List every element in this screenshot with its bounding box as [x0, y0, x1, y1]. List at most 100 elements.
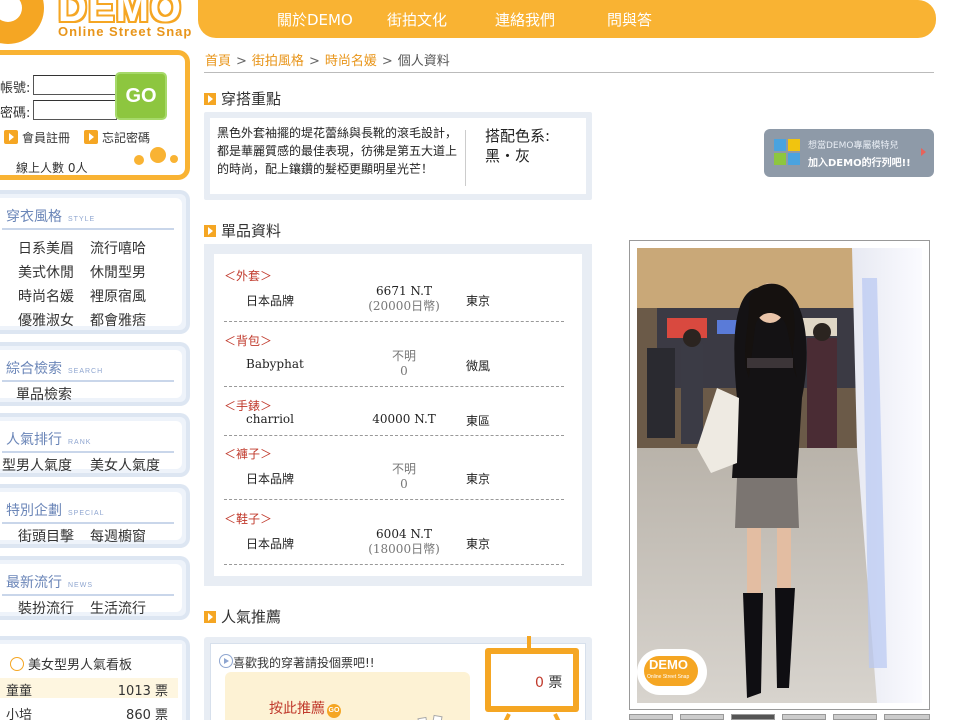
play-circle-icon — [219, 654, 233, 668]
item-location: 東京 — [466, 472, 491, 486]
photo-thumbnail[interactable] — [629, 714, 673, 720]
divider — [224, 564, 564, 565]
leaderboard-votes: 860 票 — [126, 708, 168, 720]
sidebar-item-life-trend[interactable]: 生活流行 — [90, 598, 146, 618]
forgot-password-link[interactable]: 忘記密碼 — [84, 129, 150, 146]
sidebar-inner: 最新流行 NEWS 裝扮流行 生活流行 — [0, 564, 182, 617]
item-brand: 日本品牌 — [246, 537, 295, 551]
breadcrumb-divider — [204, 72, 934, 73]
photo-illustration — [637, 248, 922, 703]
sidebar-item-japanese[interactable]: 日系美眉 — [18, 238, 74, 258]
decor-dot — [150, 147, 166, 163]
breadcrumb-socialite[interactable]: 時尚名媛 — [325, 54, 377, 69]
leaderboard-row[interactable]: 童童 1013 票 — [0, 678, 178, 699]
sidebar-item-weekly-window[interactable]: 每週櫥窗 — [90, 526, 146, 546]
item-row: ＜背包＞ Babyphat 不明 0 微風 — [224, 325, 564, 387]
nav-faq[interactable]: 問與答 — [607, 9, 652, 30]
breadcrumb-current: 個人資料 — [397, 54, 450, 69]
sidebar-item-men-popularity[interactable]: 型男人氣度 — [2, 455, 72, 475]
price-sub: (20000日幣) — [368, 299, 440, 313]
vote-button-area: 按此推薦 GO — [225, 672, 470, 720]
nav-contact[interactable]: 連絡我們 — [495, 9, 555, 30]
sidebar-item-american-casual[interactable]: 美式休閒 — [18, 262, 74, 282]
outfit-description: 黑色外套袖擺的堤花蕾絲與長靴的滾毛設計，都是華麗質感的最佳表現，彷彿是第五大道上… — [217, 126, 458, 176]
nav-street-culture[interactable]: 街拍文化 — [387, 9, 447, 30]
recommend-button[interactable]: 按此推薦 GO — [269, 698, 341, 718]
sidebar-item-item-search[interactable]: 單品檢索 — [16, 384, 72, 404]
sidebar-item-casual-men[interactable]: 休閒型男 — [90, 262, 146, 282]
arrow-right-icon — [84, 130, 98, 144]
account-input[interactable] — [33, 75, 117, 95]
item-row: ＜外套＞ 日本品牌 6671 N.T (20000日幣) 東京 — [224, 260, 564, 322]
sidebar-item-socialite[interactable]: 時尚名媛 — [18, 286, 74, 306]
sidebar-item-urban[interactable]: 都會雅痞 — [90, 310, 146, 330]
street-snap-photo[interactable]: DEMO Online Street Snap — [637, 248, 922, 703]
photo-thumbnail[interactable] — [782, 714, 826, 720]
leaderboard-title: 美女型男人氣看板 — [10, 654, 132, 673]
section-arrow-icon — [204, 611, 216, 623]
outfit-heading: 穿搭重點 — [204, 88, 281, 109]
breadcrumb-street-style[interactable]: 街拍風格 — [252, 54, 304, 69]
items-panel: ＜外套＞ 日本品牌 6671 N.T (20000日幣) 東京 ＜背包＞ Baby… — [204, 244, 592, 586]
divider — [224, 321, 564, 322]
item-category: ＜外套＞ — [224, 269, 273, 283]
vote-count-unit: 票 — [543, 675, 563, 691]
vote-easel: 0 票 — [479, 634, 579, 720]
leaderboard-name[interactable]: 童童 — [6, 680, 32, 699]
password-input[interactable] — [33, 100, 117, 120]
heading-text: 人氣推薦 — [221, 608, 282, 626]
watermark-subtitle: Online Street Snap — [647, 674, 690, 680]
item-price: 不明 0 — [334, 349, 474, 379]
arrow-right-icon — [4, 130, 18, 144]
sidebar-item-elegant-lady[interactable]: 優雅淑女 — [18, 310, 74, 330]
divider — [2, 522, 174, 524]
sidebar-item-street-witness[interactable]: 街頭目擊 — [18, 526, 74, 546]
divider — [2, 380, 174, 382]
outfit-inner: 黑色外套袖擺的堤花蕾絲與長靴的滾毛設計，都是華麗質感的最佳表現，彷彿是第五大道上… — [210, 118, 586, 194]
register-label: 會員註冊 — [22, 131, 71, 145]
leaderboard-name[interactable]: 小培 — [6, 704, 32, 720]
sidebar-item-fashion-trend[interactable]: 裝扮流行 — [18, 598, 74, 618]
sidebar-item-harajuku[interactable]: 裡原宿風 — [90, 286, 146, 306]
title-text: 人氣排行 — [6, 432, 62, 448]
price-sub: (18000日幣) — [368, 542, 440, 556]
item-brand: 日本品牌 — [246, 294, 295, 308]
title-en: RANK — [68, 439, 92, 446]
vote-prompt: 喜歡我的穿著請投個票吧!! — [233, 656, 375, 670]
photo-thumbnail[interactable] — [884, 714, 930, 720]
photo-thumbnail[interactable] — [680, 714, 724, 720]
recommend-heading: 人氣推薦 — [204, 606, 281, 627]
logo-mark-icon — [0, 0, 44, 44]
price-main: 40000 N.T — [372, 412, 436, 426]
site-logo[interactable]: DEMO Online Street Snap — [0, 0, 196, 46]
price-main: 不明 — [391, 462, 416, 476]
nav-about[interactable]: 關於DEMO — [277, 9, 353, 30]
item-category: ＜背包＞ — [224, 334, 273, 348]
forgot-label: 忘記密碼 — [102, 131, 151, 145]
sidebar-style-title: 穿衣風格 STYLE — [6, 206, 95, 226]
photo-thumbnail[interactable] — [833, 714, 877, 720]
leaderboard-row[interactable]: 小培 860 票 — [0, 702, 178, 720]
divider — [2, 451, 174, 453]
sidebar-search-title: 綜合檢索 SEARCH — [6, 358, 103, 378]
register-link[interactable]: 會員註冊 — [4, 129, 70, 146]
login-go-button[interactable]: GO — [115, 72, 167, 120]
grid-squares-icon — [774, 139, 800, 165]
square — [774, 153, 786, 165]
sidebar-item-hiphop[interactable]: 流行嘻哈 — [90, 238, 146, 258]
photo-thumbnail[interactable] — [731, 714, 775, 720]
divider — [224, 435, 564, 436]
account-label: 帳號: — [0, 81, 31, 96]
outfit-panel: 黑色外套袖擺的堤花蕾絲與長靴的滾毛設計，都是華麗質感的最佳表現，彷彿是第五大道上… — [204, 112, 592, 200]
go-icon: GO — [327, 704, 341, 718]
item-location: 東區 — [466, 414, 491, 428]
item-location: 微風 — [466, 359, 491, 373]
leaderboard-votes: 1013 票 — [117, 684, 168, 699]
sidebar-special-box: 特別企劃 SPECIAL 街頭目擊 每週櫥窗 — [0, 484, 190, 548]
join-model-banner[interactable]: 想當DEMO專屬模特兒 加入DEMO的行列吧!! — [764, 129, 934, 177]
breadcrumb-home[interactable]: 首頁 — [205, 54, 231, 69]
sidebar-item-women-popularity[interactable]: 美女人氣度 — [90, 455, 160, 475]
price-main: 不明 — [391, 349, 416, 363]
price-main: 6004 N.T — [376, 527, 432, 541]
banner-line2: 加入DEMO的行列吧!! — [808, 158, 911, 169]
